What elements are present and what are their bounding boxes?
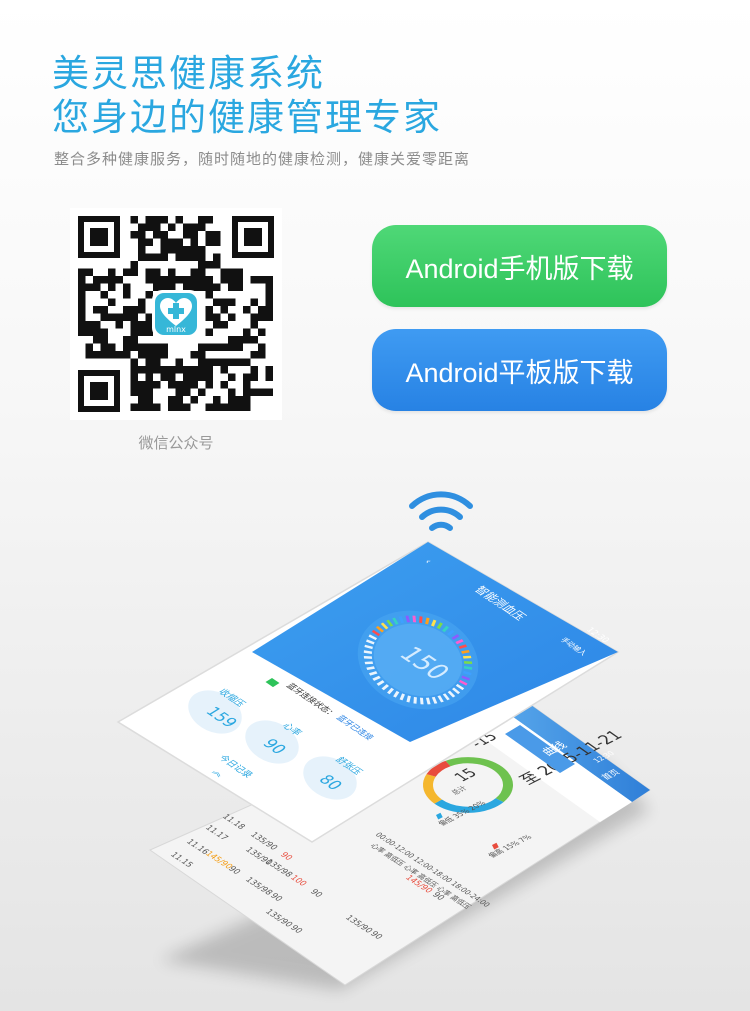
hero-subtitle: 整合多种健康服务，随时随地的健康检测，健康关爱零距离 [54,150,471,168]
hero-title-line1: 美灵思健康系统 [52,52,325,95]
wifi-icon [409,491,473,531]
hero-title: 美灵思健康系统 您身边的健康管理专家 [52,52,442,140]
mlnx-logo-icon: mlnx [152,290,200,338]
hero-title-line2: 您身边的健康管理专家 [52,96,442,139]
android-phone-download-button[interactable]: Android手机版下载 [372,225,667,307]
qr-caption: 微信公众号 [138,434,214,452]
android-tablet-download-button[interactable]: Android平板版下载 [372,329,667,411]
qr-code-image: mlnx [70,208,282,420]
wechat-qr-code: mlnx [70,208,282,420]
svg-text:mlnx: mlnx [166,325,186,334]
